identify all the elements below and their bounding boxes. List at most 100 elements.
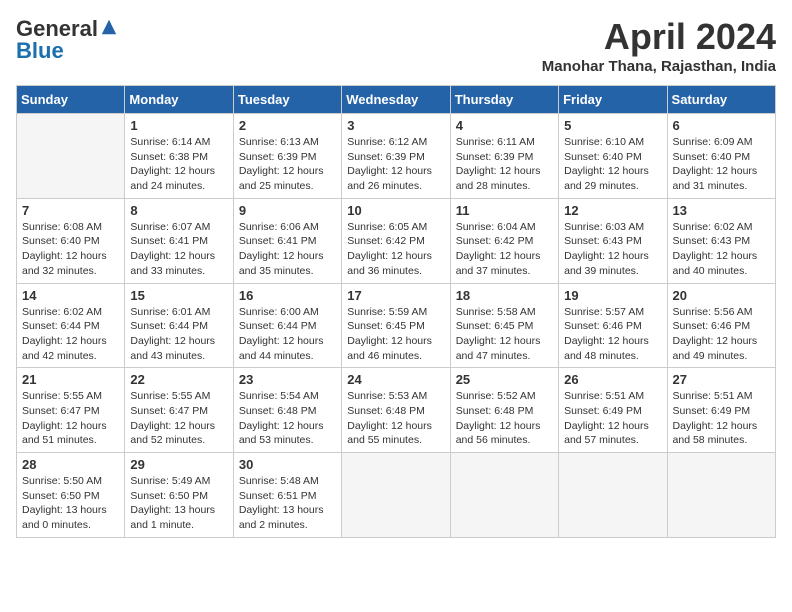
- cell-info: Sunrise: 6:06 AM: [239, 220, 336, 235]
- cell-info: and 36 minutes.: [347, 264, 444, 279]
- cell-info: and 39 minutes.: [564, 264, 661, 279]
- cell-info: and 24 minutes.: [130, 179, 227, 194]
- cell-info: Sunrise: 5:50 AM: [22, 474, 119, 489]
- day-number: 19: [564, 288, 661, 303]
- month-title: April 2024: [542, 16, 776, 58]
- cell-info: Sunrise: 6:12 AM: [347, 135, 444, 150]
- cell-info: Sunset: 6:41 PM: [239, 234, 336, 249]
- logo-blue-text: Blue: [16, 38, 64, 64]
- calendar-cell: 10Sunrise: 6:05 AMSunset: 6:42 PMDayligh…: [342, 198, 450, 283]
- calendar-cell: 27Sunrise: 5:51 AMSunset: 6:49 PMDayligh…: [667, 368, 775, 453]
- cell-info: Daylight: 12 hours: [130, 419, 227, 434]
- cell-info: and 51 minutes.: [22, 433, 119, 448]
- cell-info: Daylight: 12 hours: [130, 334, 227, 349]
- cell-info: and 2 minutes.: [239, 518, 336, 533]
- cell-info: Daylight: 12 hours: [347, 334, 444, 349]
- day-number: 20: [673, 288, 770, 303]
- day-number: 27: [673, 372, 770, 387]
- day-number: 23: [239, 372, 336, 387]
- cell-info: and 32 minutes.: [22, 264, 119, 279]
- calendar-cell: 25Sunrise: 5:52 AMSunset: 6:48 PMDayligh…: [450, 368, 558, 453]
- calendar-cell: 19 Sunrise: 5:57 AMSunset: 6:46 PMDayligh…: [559, 283, 667, 368]
- cell-info: Sunrise: 6:11 AM: [456, 135, 553, 150]
- cell-info: Sunrise: 5:55 AM: [22, 389, 119, 404]
- cell-info: Daylight: 12 hours: [673, 249, 770, 264]
- cell-info: and 46 minutes.: [347, 349, 444, 364]
- calendar-cell: 16Sunrise: 6:00 AMSunset: 6:44 PMDayligh…: [233, 283, 341, 368]
- cell-info: Sunrise: 6:04 AM: [456, 220, 553, 235]
- day-number: 25: [456, 372, 553, 387]
- calendar-cell: 23Sunrise: 5:54 AMSunset: 6:48 PMDayligh…: [233, 368, 341, 453]
- cell-info: and 26 minutes.: [347, 179, 444, 194]
- cell-info: Sunset: 6:47 PM: [22, 404, 119, 419]
- title-block: April 2024 Manohar Thana, Rajasthan, Ind…: [542, 16, 776, 75]
- cell-info: and 29 minutes.: [564, 179, 661, 194]
- day-number: 2: [239, 118, 336, 133]
- calendar-cell: 1Sunrise: 6:14 AMSunset: 6:38 PMDaylight…: [125, 114, 233, 199]
- calendar-table: SundayMondayTuesdayWednesdayThursdayFrid…: [16, 85, 776, 538]
- calendar-cell: 28Sunrise: 5:50 AMSunset: 6:50 PMDayligh…: [17, 453, 125, 538]
- logo-icon: [100, 18, 118, 36]
- day-number: 15: [130, 288, 227, 303]
- calendar-cell: 30Sunrise: 5:48 AMSunset: 6:51 PMDayligh…: [233, 453, 341, 538]
- cell-info: Daylight: 12 hours: [239, 164, 336, 179]
- cell-info: Daylight: 12 hours: [456, 419, 553, 434]
- cell-info: Daylight: 12 hours: [564, 334, 661, 349]
- cell-info: Sunset: 6:44 PM: [130, 319, 227, 334]
- cell-info: Daylight: 12 hours: [130, 164, 227, 179]
- calendar-cell: 12Sunrise: 6:03 AMSunset: 6:43 PMDayligh…: [559, 198, 667, 283]
- day-number: 24: [347, 372, 444, 387]
- cell-info: and 56 minutes.: [456, 433, 553, 448]
- cell-info: Sunset: 6:44 PM: [22, 319, 119, 334]
- calendar-cell: [667, 453, 775, 538]
- cell-info: Daylight: 12 hours: [673, 334, 770, 349]
- day-number: 9: [239, 203, 336, 218]
- cell-info: Daylight: 12 hours: [239, 419, 336, 434]
- cell-info: Sunrise: 5:52 AM: [456, 389, 553, 404]
- calendar-cell: [17, 114, 125, 199]
- calendar-cell: 8Sunrise: 6:07 AMSunset: 6:41 PMDaylight…: [125, 198, 233, 283]
- weekday-header: Wednesday: [342, 86, 450, 114]
- calendar-week-row: 21Sunrise: 5:55 AMSunset: 6:47 PMDayligh…: [17, 368, 776, 453]
- page-header: General Blue April 2024 Manohar Thana, R…: [16, 16, 776, 75]
- cell-info: and 35 minutes.: [239, 264, 336, 279]
- cell-info: Sunrise: 6:07 AM: [130, 220, 227, 235]
- day-number: 5: [564, 118, 661, 133]
- calendar-week-row: 14Sunrise: 6:02 AMSunset: 6:44 PMDayligh…: [17, 283, 776, 368]
- cell-info: Sunset: 6:42 PM: [456, 234, 553, 249]
- cell-info: Sunrise: 5:49 AM: [130, 474, 227, 489]
- weekday-header: Monday: [125, 86, 233, 114]
- cell-info: Sunrise: 6:01 AM: [130, 305, 227, 320]
- cell-info: Sunset: 6:40 PM: [564, 150, 661, 165]
- cell-info: Sunrise: 6:09 AM: [673, 135, 770, 150]
- calendar-cell: 2Sunrise: 6:13 AMSunset: 6:39 PMDaylight…: [233, 114, 341, 199]
- calendar-week-row: 28Sunrise: 5:50 AMSunset: 6:50 PMDayligh…: [17, 453, 776, 538]
- day-number: 29: [130, 457, 227, 472]
- cell-info: Sunrise: 5:56 AM: [673, 305, 770, 320]
- cell-info: Daylight: 12 hours: [347, 249, 444, 264]
- weekday-header: Saturday: [667, 86, 775, 114]
- cell-info: Sunrise: 5:51 AM: [564, 389, 661, 404]
- cell-info: Daylight: 12 hours: [564, 419, 661, 434]
- calendar-cell: 15 Sunrise: 6:01 AMSunset: 6:44 PMDayligh…: [125, 283, 233, 368]
- day-number: 16: [239, 288, 336, 303]
- calendar-cell: 26Sunrise: 5:51 AMSunset: 6:49 PMDayligh…: [559, 368, 667, 453]
- calendar-cell: 4Sunrise: 6:11 AMSunset: 6:39 PMDaylight…: [450, 114, 558, 199]
- cell-info: Daylight: 13 hours: [130, 503, 227, 518]
- cell-info: Sunrise: 5:57 AM: [564, 305, 661, 320]
- cell-info: and 55 minutes.: [347, 433, 444, 448]
- cell-info: Daylight: 12 hours: [239, 249, 336, 264]
- cell-info: Sunrise: 6:14 AM: [130, 135, 227, 150]
- day-number: 7: [22, 203, 119, 218]
- cell-info: Daylight: 12 hours: [564, 164, 661, 179]
- cell-info: Sunrise: 5:51 AM: [673, 389, 770, 404]
- cell-info: Sunset: 6:46 PM: [564, 319, 661, 334]
- cell-info: and 43 minutes.: [130, 349, 227, 364]
- cell-info: Sunrise: 6:02 AM: [22, 305, 119, 320]
- location: Manohar Thana, Rajasthan, India: [542, 58, 776, 75]
- cell-info: Daylight: 12 hours: [347, 419, 444, 434]
- cell-info: Sunset: 6:41 PM: [130, 234, 227, 249]
- cell-info: Sunset: 6:48 PM: [347, 404, 444, 419]
- cell-info: Daylight: 12 hours: [22, 334, 119, 349]
- cell-info: Sunrise: 5:58 AM: [456, 305, 553, 320]
